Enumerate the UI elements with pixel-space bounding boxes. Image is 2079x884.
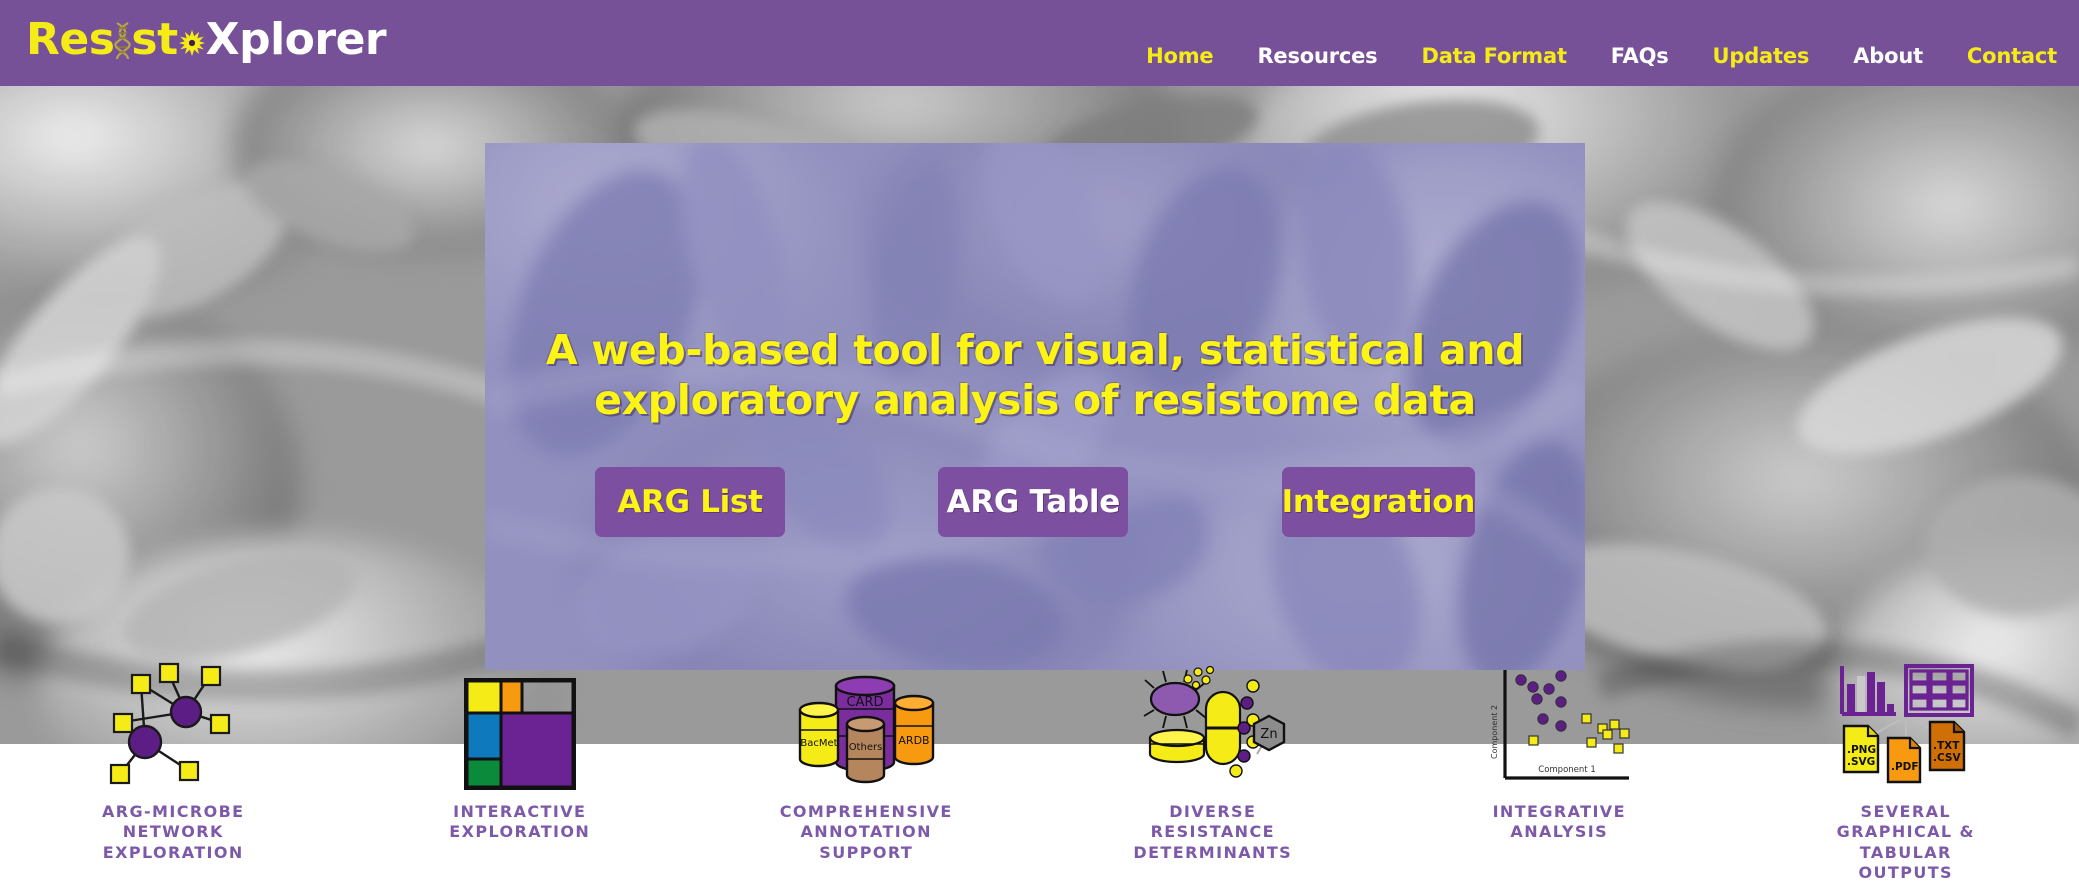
file-label-png: .PNG: [1847, 744, 1876, 756]
arg-table-button[interactable]: ARG Table: [938, 467, 1129, 538]
scatter-y-axis-label: Component 2: [1490, 705, 1499, 759]
feature-interactive-exploration: Interactive Exploration: [347, 660, 694, 884]
nav-item-about[interactable]: About: [1831, 42, 1945, 70]
feature-label-annotation: Comprehensive Annotation Support: [779, 802, 953, 862]
file-label-svg: .SVG: [1847, 756, 1875, 768]
feature-label-network: ARG-Microbe Network Exploration: [101, 802, 245, 862]
nav-item-updates[interactable]: Updates: [1691, 42, 1832, 70]
feature-integrative-analysis: Component 2 Component 1 INTEGRATIVE ANAL…: [1386, 660, 1733, 884]
arg-microbe-network-icon: [98, 660, 248, 790]
scatter-plot-icon: Component 2 Component 1: [1485, 660, 1633, 790]
file-label-pdf: .PDF: [1891, 761, 1919, 773]
db-label-bacmet: BacMet: [801, 738, 838, 749]
scatter-x-axis-label: Component 1: [1539, 765, 1596, 775]
nav-item-contact[interactable]: Contact: [1945, 42, 2079, 70]
zn-label: Zn: [1260, 727, 1277, 742]
hero-action-buttons: ARG List ARG Table Integration: [595, 467, 1475, 538]
feature-label-outputs: Several Graphical & Tabular Outputs: [1836, 802, 1975, 883]
logo-text-part2: st: [131, 14, 178, 65]
databases-icon: CARD BacMet ARDB Others: [792, 660, 940, 790]
page-root: A web-based tool for visual, statistical…: [0, 0, 2079, 884]
feature-annotation-support: CARD BacMet ARDB Others COMPREHENSIVE AN…: [693, 660, 1040, 884]
feature-resistance-determinants: Zn Diverse Resistance Determinants: [1040, 660, 1387, 884]
nav-item-data-format[interactable]: Data Format: [1399, 42, 1588, 70]
file-label-txt: .TXT: [1933, 740, 1960, 752]
feature-label-determinants: Diverse Resistance Determinants: [1133, 802, 1293, 862]
starburst-icon: [178, 30, 205, 56]
db-label-others: Others: [849, 742, 883, 753]
arg-list-button[interactable]: ARG List: [595, 467, 785, 538]
hero-title: A web-based tool for visual, statistical…: [545, 326, 1525, 425]
feature-strip: ARG-Microbe Network Exploration Interact…: [0, 660, 2079, 884]
feature-label-integrative: Integrative Analysis: [1492, 802, 1626, 842]
treemap-icon: [463, 660, 576, 790]
dna-helix-icon: [114, 21, 132, 61]
integration-button[interactable]: Integration: [1281, 467, 1475, 538]
feature-label-interactive: Interactive Exploration: [449, 802, 591, 842]
feature-arg-microbe-network: ARG-Microbe Network Exploration: [0, 660, 347, 884]
site-logo[interactable]: Res st Xplorer: [26, 12, 387, 68]
nav-item-home[interactable]: Home: [1124, 42, 1235, 70]
hero-panel: A web-based tool for visual, statistical…: [485, 143, 1585, 670]
file-label-csv: .CSV: [1933, 752, 1961, 764]
logo-text-part3: Xplorer: [205, 14, 387, 65]
feature-graphical-tabular-outputs: .PNG .SVG .PDF .TXT .CSV SEVERAL GRAPHIC…: [1733, 660, 2079, 884]
db-label-card: CARD: [847, 695, 884, 710]
db-label-ardb: ARDB: [899, 734, 930, 747]
logo-text-part1: Res: [26, 14, 115, 65]
main-navigation: Home Resources Data Format FAQs Updates …: [1124, 42, 2079, 70]
nav-item-resources[interactable]: Resources: [1235, 42, 1399, 70]
nav-item-faqs[interactable]: FAQs: [1589, 42, 1691, 70]
top-header-bar: Res st Xplorer Home Resources Data Format …: [0, 0, 2079, 86]
resistance-determinants-icon: Zn: [1140, 660, 1286, 790]
outputs-icon: .PNG .SVG .PDF .TXT .CSV: [1830, 660, 1982, 790]
